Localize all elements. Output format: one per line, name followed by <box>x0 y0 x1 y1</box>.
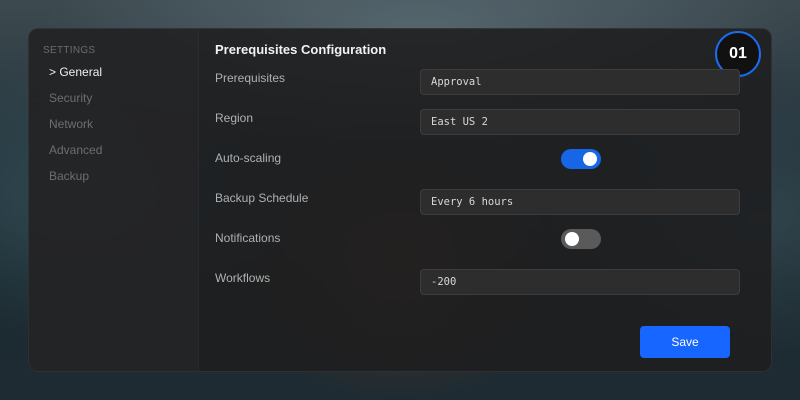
backup-schedule-label: Backup Schedule <box>215 191 309 205</box>
settings-panel: SETTINGS > General Security Network Adva… <box>28 28 772 372</box>
workflows-label: Workflows <box>215 271 271 285</box>
region-label: Region <box>215 111 254 125</box>
main-content: Prerequisites Configuration 01 Prerequis… <box>199 29 771 371</box>
sidebar-heading: SETTINGS <box>43 45 96 56</box>
notifications-toggle[interactable] <box>561 229 601 249</box>
prerequisites-row: Prerequisites Approval <box>215 69 741 97</box>
region-field[interactable]: East US 2 <box>420 109 740 135</box>
sidebar-item-network[interactable]: Network <box>29 116 198 142</box>
sidebar-item-advanced[interactable]: Advanced <box>29 142 198 168</box>
save-button[interactable]: Save <box>640 326 730 358</box>
sidebar-item-backup[interactable]: Backup <box>29 168 198 194</box>
auto-scaling-toggle[interactable] <box>561 149 601 169</box>
backup-schedule-row: Backup Schedule Every 6 hours <box>215 189 741 217</box>
workflows-field[interactable]: -200 <box>420 269 740 295</box>
page-title: Prerequisites Configuration <box>215 42 387 57</box>
workflows-row: Workflows -200 <box>215 269 741 297</box>
sidebar: SETTINGS > General Security Network Adva… <box>29 29 199 371</box>
notifications-label: Notifications <box>215 231 281 245</box>
backup-schedule-field[interactable]: Every 6 hours <box>420 189 740 215</box>
sidebar-item-security[interactable]: Security <box>29 90 198 116</box>
toggle-knob <box>583 152 597 166</box>
prerequisites-field[interactable]: Approval <box>420 69 740 95</box>
region-row: Region East US 2 <box>215 109 741 137</box>
notifications-row: Notifications <box>215 229 741 257</box>
auto-scaling-label: Auto-scaling <box>215 151 282 165</box>
sidebar-item-general[interactable]: > General <box>29 64 198 90</box>
toggle-knob <box>565 232 579 246</box>
auto-scaling-row: Auto-scaling <box>215 149 741 177</box>
prerequisites-label: Prerequisites <box>215 71 286 85</box>
